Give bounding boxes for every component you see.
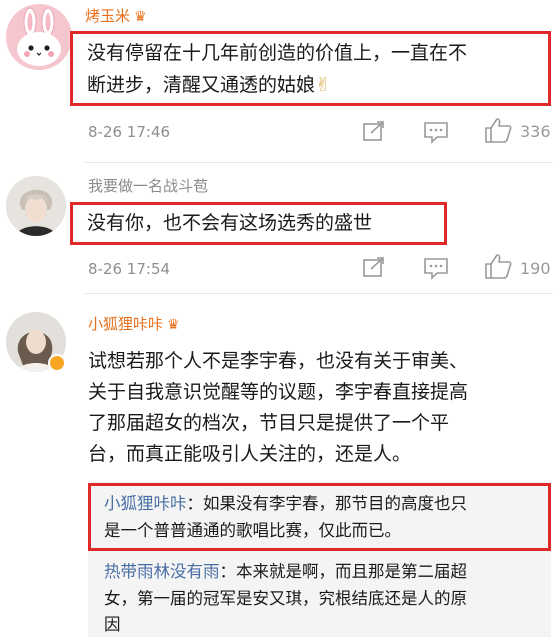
reply-author[interactable]: 小狐狸咔咔 [104, 494, 187, 513]
reply-line: 热带雨林没有雨：本来就是啊，而且那是第二届超 [104, 558, 467, 585]
comment-username[interactable]: 小狐狸咔咔 ♛ [88, 314, 180, 334]
comment-text: 断进步，清醒又通透的姑娘 [87, 74, 316, 96]
person-avatar-icon [6, 176, 66, 236]
reply-line: 是一个普普通通的歌唱比赛，仅此而已。 [104, 521, 401, 540]
comment-text-line: 关于自我意识觉醒等的议题，李宇春直接提高 [88, 381, 469, 403]
comment-button[interactable] [423, 120, 449, 144]
user-avatar[interactable] [6, 4, 72, 70]
like-button[interactable] [484, 117, 512, 143]
reply-line: 因 [104, 615, 121, 634]
comment-button[interactable] [423, 256, 449, 280]
crown-badge-icon: ♛ [134, 9, 147, 25]
username-text[interactable]: 烤玉米 [85, 7, 130, 25]
verified-badge-icon [48, 354, 66, 372]
like-count: 336 [520, 122, 551, 141]
crown-badge-icon: ♛ [167, 317, 180, 333]
reply-author[interactable]: 热带雨林没有雨 [104, 562, 220, 581]
comment-item: 小狐狸咔咔 ♛ 试想若那个人不是李宇春，也没有关于审美、 关于自我意识觉醒等的议题… [0, 294, 553, 637]
like-count: 190 [520, 259, 551, 278]
reply-text: ：本来就是啊，而且那是第二届超 [219, 562, 468, 581]
share-icon [363, 121, 384, 141]
username-text[interactable]: 小狐狸咔咔 [88, 315, 163, 333]
comment-icon [424, 258, 448, 280]
victory-hand-emoji: ✌ [315, 74, 331, 96]
comment-username[interactable]: 烤玉米 ♛ [85, 6, 147, 26]
reply-text: ：如果没有李宇春，那节目的高度也只 [186, 494, 468, 513]
like-icon [485, 254, 512, 279]
comment-item: 我要做一名战斗苞 没有你，也不会有这场选秀的盛世 8-26 17:54 190 [0, 163, 553, 293]
comment-timestamp: 8-26 17:54 [88, 260, 171, 278]
reply-line: 女，第一届的冠军是安又琪，究根结底还是人的原 [104, 589, 467, 608]
like-button[interactable] [484, 253, 512, 279]
comment-text-line: 试想若那个人不是李宇春，也没有关于审美、 [88, 350, 469, 372]
comment-item: 烤玉米 ♛ 没有停留在十几年前创造的价值上，一直在不 断进步，清醒又通透的姑娘✌ … [0, 0, 553, 160]
rabbit-avatar-icon [17, 7, 61, 66]
comment-icon [424, 122, 448, 144]
share-icon [363, 257, 384, 277]
reply-line: 小狐狸咔咔：如果没有李宇春，那节目的高度也只 [104, 490, 467, 517]
share-button[interactable] [362, 120, 386, 142]
share-button[interactable] [362, 256, 386, 278]
comment-text-line: 断进步，清醒又通透的姑娘✌ [87, 70, 331, 101]
like-icon [485, 118, 512, 143]
comment-text-line: 没有你，也不会有这场选秀的盛世 [87, 212, 373, 234]
comment-timestamp: 8-26 17:46 [88, 123, 171, 141]
comment-username[interactable]: 我要做一名战斗苞 [88, 176, 208, 196]
comment-text-line: 台，而真正能吸引人关注的，还是人。 [88, 443, 412, 465]
user-avatar[interactable] [6, 176, 66, 236]
comment-text-line: 了那届超女的档次，节目只是提供了一个平 [88, 412, 450, 434]
comment-text-line: 没有停留在十几年前创造的价值上，一直在不 [87, 42, 468, 64]
